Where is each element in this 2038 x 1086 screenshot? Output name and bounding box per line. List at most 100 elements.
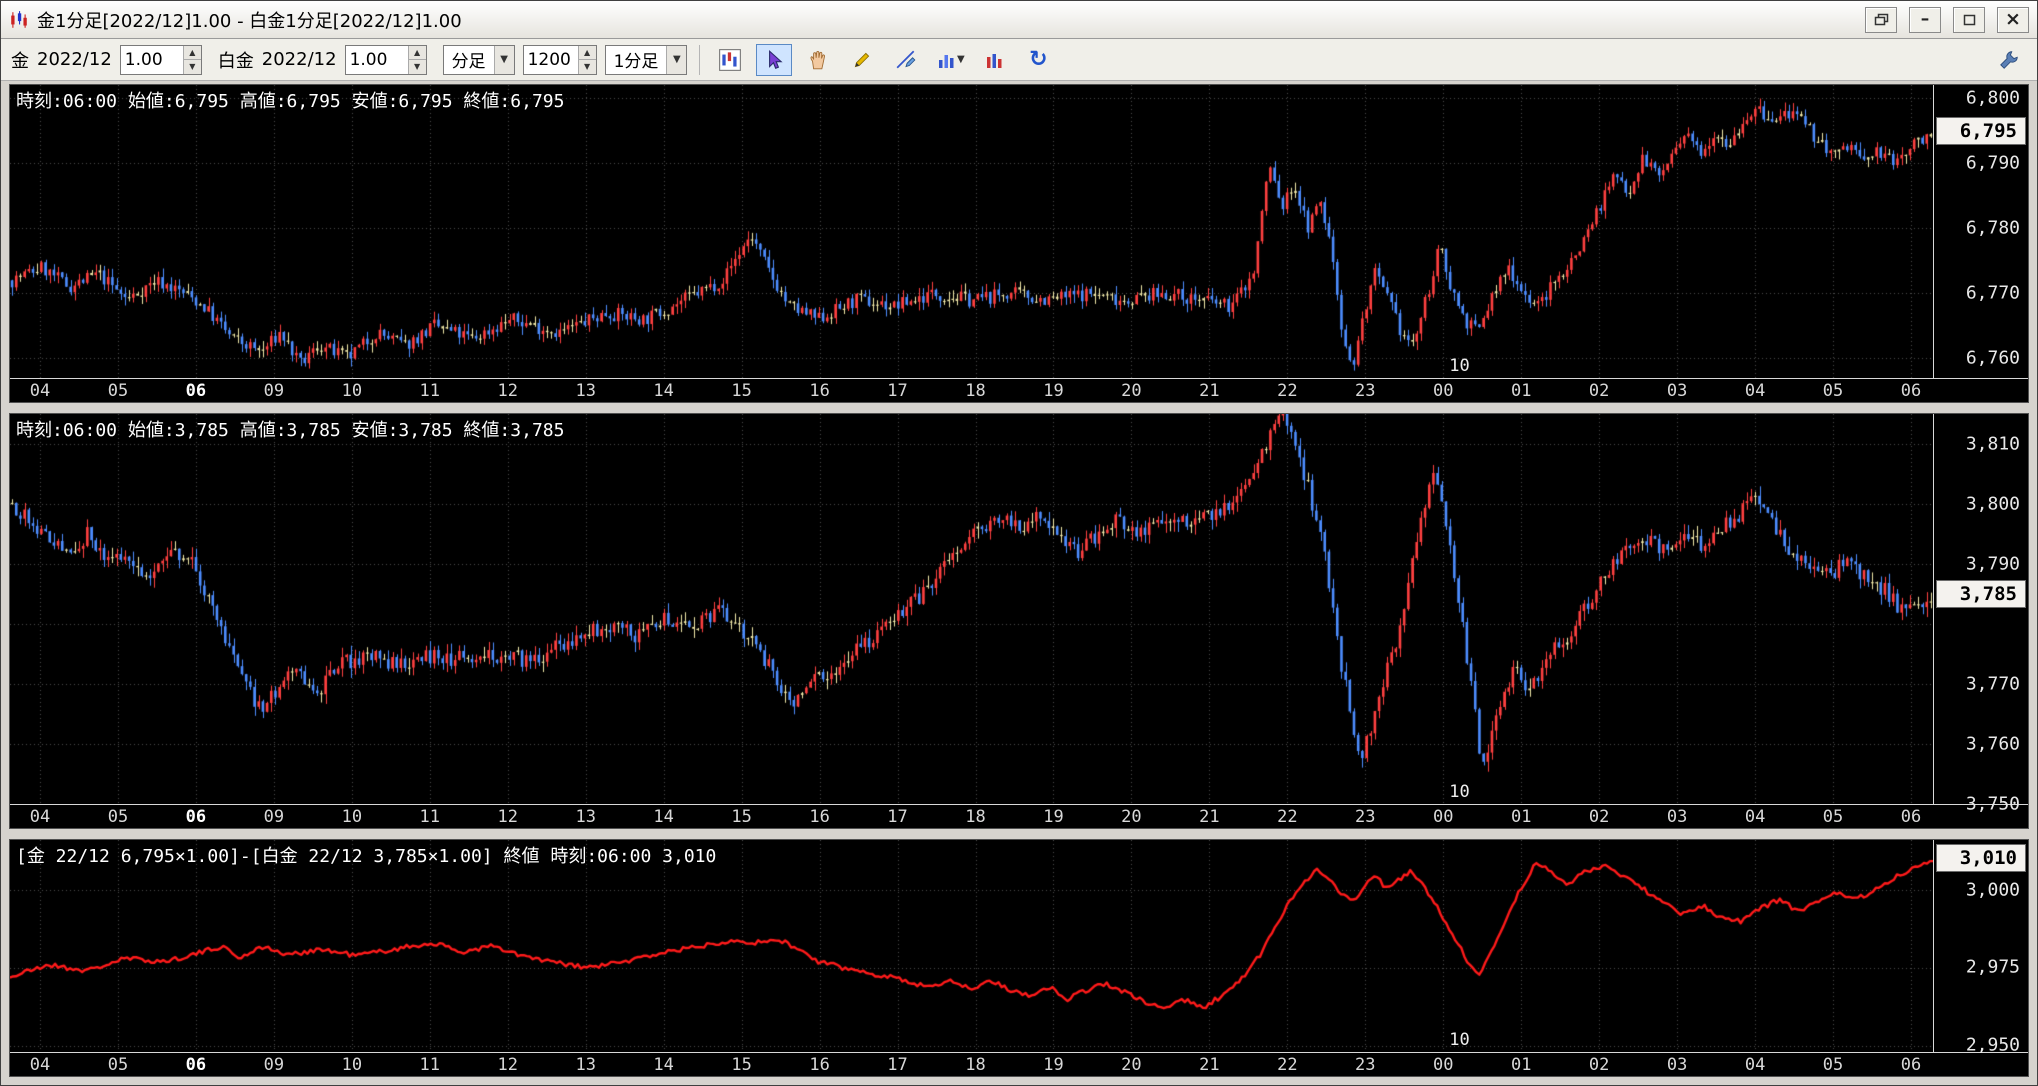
close-button[interactable]: × (1997, 6, 2029, 33)
platinum-info-line: 時刻:06:00 始値:3,785 高値:3,785 安値:3,785 終値:3… (16, 420, 565, 442)
y-tick-label: 6,760 (1965, 347, 2020, 369)
spin-up-icon[interactable]: ▲ (578, 45, 596, 60)
x-axis-label: 14 (653, 381, 674, 402)
x-axis-label: 00 (1433, 381, 1454, 402)
x-axis-label: 16 (809, 806, 830, 827)
x-axis-label: 05 (1822, 806, 1844, 827)
x-axis-label: 19 (1043, 1054, 1064, 1075)
gold-date-marker: 10 (1449, 356, 1470, 377)
platinum-month-label: 2022/12 (261, 49, 337, 70)
gold-symbol-label: 金 (11, 50, 29, 72)
gold-multiplier-stepper[interactable]: ▲ ▼ (119, 44, 202, 75)
spin-down-icon[interactable]: ▼ (578, 60, 596, 74)
bar-count-stepper[interactable]: ▲ ▼ (522, 44, 597, 75)
x-axis-label: 17 (887, 806, 908, 827)
x-axis-label: 11 (419, 806, 441, 827)
spin-down-icon[interactable]: ▼ (408, 60, 426, 74)
platinum-multiplier-stepper[interactable]: ▲ ▼ (344, 44, 427, 75)
x-axis-label: 23 (1355, 381, 1376, 402)
y-tick-label: 3,790 (1965, 553, 2020, 575)
title-bar[interactable]: 金1分足[2022/12]1.00 - 白金1分足[2022/12]1.00 –… (1, 1, 2037, 39)
x-axis-label: 10 (341, 806, 363, 827)
close-icon: × (2005, 8, 2021, 30)
x-axis-label: 06 (1900, 1054, 1922, 1075)
edit-line-button[interactable] (888, 44, 924, 76)
minimize-button[interactable]: – (1909, 6, 1941, 33)
axis-corner (1933, 1052, 2028, 1076)
x-axis-label: 06 (185, 1054, 207, 1075)
x-axis-label: 15 (731, 1054, 752, 1075)
indicator-menu-button[interactable]: ▼ (932, 44, 968, 76)
spread-chart-canvas[interactable] (10, 839, 1933, 1052)
spread-panel: [金 22/12 6,795×1.00]-[白金 22/12 3,785×1.0… (9, 838, 2029, 1077)
x-axis-label: 20 (1121, 806, 1142, 827)
x-axis-label: 18 (965, 1054, 986, 1075)
x-axis-label: 01 (1510, 806, 1532, 827)
x-axis-label: 03 (1666, 806, 1688, 827)
chart-panels: 時刻:06:00 始値:6,795 高値:6,795 安値:6,795 終値:6… (1, 81, 2037, 1085)
y-tick-label: 6,780 (1965, 217, 2020, 239)
cursor-icon (763, 49, 785, 71)
x-axis-label: 19 (1043, 381, 1064, 402)
y-tick-label: 6,770 (1965, 282, 2020, 304)
bar-interval-value: 1分足 (613, 52, 659, 72)
float-window-button[interactable] (1865, 6, 1897, 33)
pan-tool-button[interactable] (800, 44, 836, 76)
x-axis-label: 13 (575, 1054, 596, 1075)
spin-down-icon[interactable]: ▼ (183, 60, 201, 74)
indicator-button[interactable] (976, 44, 1012, 76)
gold-chart-area: 時刻:06:00 始値:6,795 高値:6,795 安値:6,795 終値:6… (10, 85, 1933, 378)
refresh-button[interactable]: ↻ (1020, 44, 1056, 76)
bar-interval-select[interactable]: 1分足 ▼ (604, 44, 688, 75)
x-axis-label: 15 (731, 381, 752, 402)
x-axis-label: 09 (263, 1054, 285, 1075)
maximize-button[interactable] (1953, 6, 1985, 33)
axis-corner (1933, 379, 2028, 403)
draw-line-button[interactable] (844, 44, 880, 76)
y-tick-label: 6,800 (1965, 87, 2020, 109)
gold-last-price-badge: 6,795 (1936, 116, 2026, 145)
x-axis-label: 02 (1588, 806, 1610, 827)
x-axis-label: 02 (1588, 1054, 1610, 1075)
platinum-multiplier-input[interactable] (345, 45, 408, 74)
bar-type-select[interactable]: 分足 ▼ (442, 44, 515, 75)
gold-chart-canvas[interactable] (10, 85, 1933, 378)
chevron-down-icon[interactable]: ▼ (493, 45, 514, 74)
gold-info-line: 時刻:06:00 始値:6,795 高値:6,795 安値:6,795 終値:6… (16, 91, 565, 112)
window-title: 金1分足[2022/12]1.00 - 白金1分足[2022/12]1.00 (37, 10, 462, 32)
x-axis-label: 22 (1277, 806, 1298, 827)
spin-up-icon[interactable]: ▲ (408, 45, 426, 60)
x-axis-label: 06 (1900, 381, 1922, 402)
toolbar-separator (699, 44, 701, 75)
y-tick-label: 2,950 (1965, 1034, 2020, 1056)
gold-time-axis: 04 05 06 09 10 11 12 13 14 15 16 17 18 19 20 21 22 23 00 01… (10, 378, 2028, 403)
x-axis-label: 03 (1666, 1054, 1688, 1075)
x-axis-label: 19 (1043, 806, 1064, 827)
x-axis-label: 16 (809, 381, 830, 402)
x-axis-label: 00 (1433, 806, 1454, 827)
x-axis-label: 10 (341, 1054, 363, 1075)
gold-multiplier-input[interactable] (120, 45, 183, 74)
chart-mode-button[interactable] (712, 44, 748, 76)
x-axis-label: 21 (1199, 1054, 1220, 1075)
spread-date-marker: 10 (1449, 1029, 1470, 1050)
gold-panel: 時刻:06:00 始値:6,795 高値:6,795 安値:6,795 終値:6… (9, 84, 2029, 404)
platinum-chart-canvas[interactable] (10, 414, 1933, 804)
x-axis-label: 05 (1822, 1054, 1844, 1075)
x-axis-label: 22 (1277, 1054, 1298, 1075)
refresh-icon: ↻ (1029, 47, 1048, 72)
cursor-tool-button[interactable] (756, 43, 793, 76)
x-axis-label: 11 (419, 1054, 441, 1075)
bar-count-input[interactable] (523, 45, 578, 74)
chart-frame-icon (718, 48, 742, 72)
x-axis-label: 17 (887, 1054, 908, 1075)
spin-up-icon[interactable]: ▲ (183, 45, 201, 60)
x-axis-label: 06 (185, 806, 207, 827)
chevron-down-icon[interactable]: ▼ (666, 45, 687, 74)
x-axis-label: 23 (1355, 806, 1376, 827)
spread-time-axis: 04 05 06 09 10 11 12 13 14 15 16 17 18 19 20 21 22 23 00 01… (10, 1051, 2028, 1076)
platinum-last-price-badge: 3,785 (1936, 580, 2026, 609)
x-axis-label: 21 (1199, 381, 1220, 402)
y-tick-label: 3,000 (1965, 879, 2020, 901)
settings-button[interactable] (1991, 44, 2027, 76)
